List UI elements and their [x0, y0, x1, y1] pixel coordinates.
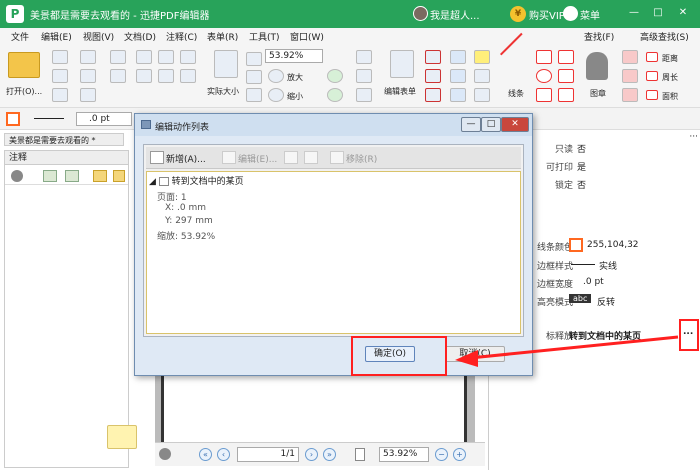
- arrow-shaft: [469, 335, 679, 360]
- arrow-head: [455, 350, 478, 367]
- annotation-arrow: [455, 335, 679, 367]
